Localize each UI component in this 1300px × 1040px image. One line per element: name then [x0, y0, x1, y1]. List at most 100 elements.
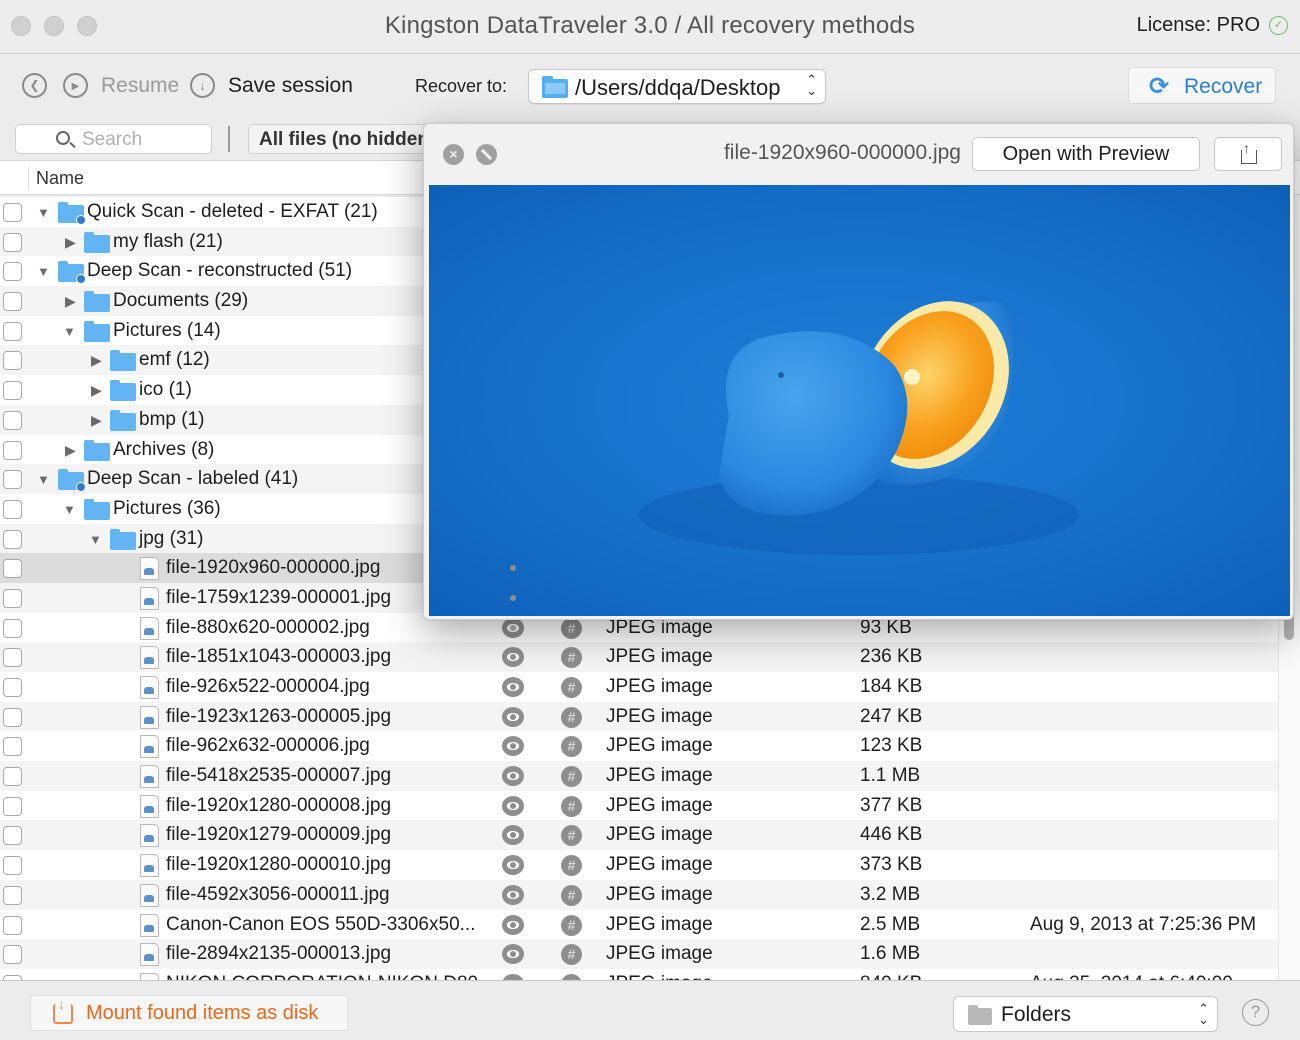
hash-icon[interactable]: #: [561, 795, 582, 817]
row-checkbox[interactable]: [3, 915, 22, 935]
hash-icon[interactable]: #: [561, 855, 582, 877]
disclosure-expanded-icon[interactable]: ▼: [37, 472, 50, 487]
back-button[interactable]: ❮: [22, 73, 47, 98]
preview-eye-icon[interactable]: [502, 706, 524, 727]
row-checkbox[interactable]: [3, 292, 22, 312]
row-checkbox[interactable]: [3, 588, 22, 608]
disclosure-collapsed-icon[interactable]: ▶: [65, 442, 76, 459]
recover-to-path-select[interactable]: /Users/ddqa/Desktop ⌃ ⌄: [528, 69, 826, 104]
scan-folder-icon: [58, 469, 86, 493]
file-name: NIKON CORPORATION-NIKON D80...: [166, 973, 494, 980]
hash-icon[interactable]: #: [561, 617, 582, 639]
preview-eye-icon[interactable]: [502, 884, 524, 905]
preview-eye-icon[interactable]: [502, 766, 524, 787]
mount-as-disk-button[interactable]: Mount found items as disk: [30, 995, 348, 1031]
help-icon[interactable]: ?: [1242, 999, 1269, 1026]
preview-eye-icon[interactable]: [502, 677, 524, 697]
preview-eye-icon[interactable]: [502, 736, 524, 757]
file-row[interactable]: file-926x522-000004.jpg # JPEG image 184 KB: [0, 672, 1278, 702]
row-checkbox[interactable]: [3, 796, 22, 816]
file-row[interactable]: file-1920x1280-000008.jpg # JPEG image 377 …: [0, 791, 1278, 821]
row-checkbox[interactable]: [3, 203, 22, 222]
row-checkbox[interactable]: [3, 499, 22, 519]
row-checkbox[interactable]: [3, 648, 22, 668]
save-session-icon-button[interactable]: ↓: [190, 73, 215, 98]
close-circle-icon[interactable]: ×: [443, 144, 464, 165]
fullscreen-circle-icon[interactable]: [476, 144, 497, 165]
row-checkbox[interactable]: [3, 262, 22, 282]
preview-eye-icon[interactable]: [502, 647, 524, 668]
row-checkbox[interactable]: [3, 767, 22, 787]
license-label: License: PRO: [1136, 14, 1260, 36]
divider: [228, 126, 230, 152]
row-checkbox[interactable]: [3, 529, 22, 549]
preview-eye-icon[interactable]: [502, 617, 524, 638]
disclosure-collapsed-icon[interactable]: ▶: [65, 293, 76, 310]
hash-icon[interactable]: #: [561, 706, 582, 728]
row-checkbox[interactable]: [3, 737, 22, 757]
share-button[interactable]: ↑: [1214, 137, 1282, 171]
open-with-preview-button[interactable]: Open with Preview: [972, 137, 1200, 171]
check-circle-icon[interactable]: ✓: [1269, 16, 1288, 35]
file-row[interactable]: file-5418x2535-000007.jpg # JPEG image 1.1 …: [0, 761, 1278, 791]
folder-icon: [968, 1005, 992, 1025]
row-checkbox[interactable]: [3, 381, 22, 401]
view-mode-select[interactable]: Folders ⌃ ⌄: [953, 996, 1218, 1032]
row-checkbox[interactable]: [3, 470, 22, 490]
row-checkbox[interactable]: [3, 440, 22, 460]
preview-eye-icon[interactable]: [502, 944, 524, 965]
hash-icon[interactable]: #: [561, 884, 582, 906]
disclosure-collapsed-icon[interactable]: ▶: [91, 412, 102, 429]
disclosure-expanded-icon[interactable]: ▼: [37, 264, 50, 279]
recover-button[interactable]: ⟳ Recover: [1128, 67, 1276, 104]
row-checkbox[interactable]: [3, 232, 22, 252]
save-session-button[interactable]: Save session: [228, 74, 353, 98]
disclosure-collapsed-icon[interactable]: ▶: [91, 382, 102, 399]
file-row[interactable]: file-1920x1280-000010.jpg # JPEG image 373 …: [0, 850, 1278, 880]
row-checkbox[interactable]: [3, 885, 22, 905]
preview-eye-icon[interactable]: [502, 795, 524, 816]
disclosure-collapsed-icon[interactable]: ▶: [65, 234, 76, 251]
row-checkbox[interactable]: [3, 618, 22, 638]
row-checkbox[interactable]: [3, 351, 22, 371]
disclosure-expanded-icon[interactable]: ▼: [63, 324, 76, 339]
file-row[interactable]: file-962x632-000006.jpg # JPEG image 123 KB: [0, 731, 1278, 761]
row-checkbox[interactable]: [3, 678, 22, 697]
mount-as-disk-label: Mount found items as disk: [86, 1002, 319, 1024]
row-checkbox[interactable]: [3, 321, 22, 341]
hash-icon[interactable]: #: [561, 766, 582, 788]
row-checkbox[interactable]: [3, 826, 22, 846]
hash-icon[interactable]: #: [561, 736, 582, 758]
row-checkbox[interactable]: [3, 856, 22, 876]
disclosure-expanded-icon[interactable]: ▼: [63, 502, 76, 517]
preview-eye-icon[interactable]: [502, 914, 524, 935]
preview-eye-icon[interactable]: [502, 825, 524, 846]
search-input[interactable]: Search: [15, 124, 212, 154]
hash-icon[interactable]: #: [561, 647, 582, 669]
disclosure-expanded-icon[interactable]: ▼: [89, 532, 102, 547]
resume-icon-button[interactable]: ▶: [63, 73, 88, 98]
row-checkbox[interactable]: [3, 410, 22, 430]
hash-icon[interactable]: #: [561, 914, 582, 936]
resume-button[interactable]: Resume: [101, 74, 179, 98]
file-row[interactable]: Canon-Canon EOS 550D-3306x50... # JPEG ima…: [0, 910, 1278, 940]
file-row[interactable]: file-1851x1043-000003.jpg # JPEG image 236 …: [0, 642, 1278, 672]
hash-icon[interactable]: #: [561, 944, 582, 966]
file-row[interactable]: file-4592x3056-000011.jpg # JPEG image 3.2 …: [0, 879, 1278, 910]
file-row[interactable]: NIKON CORPORATION-NIKON D80...#JPEG imag…: [0, 969, 1278, 980]
search-placeholder: Search: [82, 129, 143, 150]
disclosure-collapsed-icon[interactable]: ▶: [91, 352, 102, 369]
file-row[interactable]: file-1920x1279-000009.jpg # JPEG image 446 …: [0, 820, 1278, 851]
row-checkbox[interactable]: [3, 707, 22, 727]
column-header-name[interactable]: Name: [36, 168, 84, 189]
file-row[interactable]: file-2894x2135-000013.jpg # JPEG image 1.6 …: [0, 939, 1278, 969]
row-checkbox[interactable]: [3, 945, 22, 965]
jpeg-file-icon: [140, 765, 159, 789]
file-row[interactable]: file-1923x1263-000005.jpg # JPEG image 247 …: [0, 701, 1278, 732]
hash-icon[interactable]: #: [561, 825, 582, 847]
disclosure-expanded-icon[interactable]: ▼: [37, 205, 50, 220]
row-checkbox[interactable]: [3, 559, 22, 579]
preview-eye-icon[interactable]: [502, 855, 524, 876]
hash-icon[interactable]: #: [561, 677, 582, 698]
file-size: 2.5 MB: [860, 913, 921, 935]
